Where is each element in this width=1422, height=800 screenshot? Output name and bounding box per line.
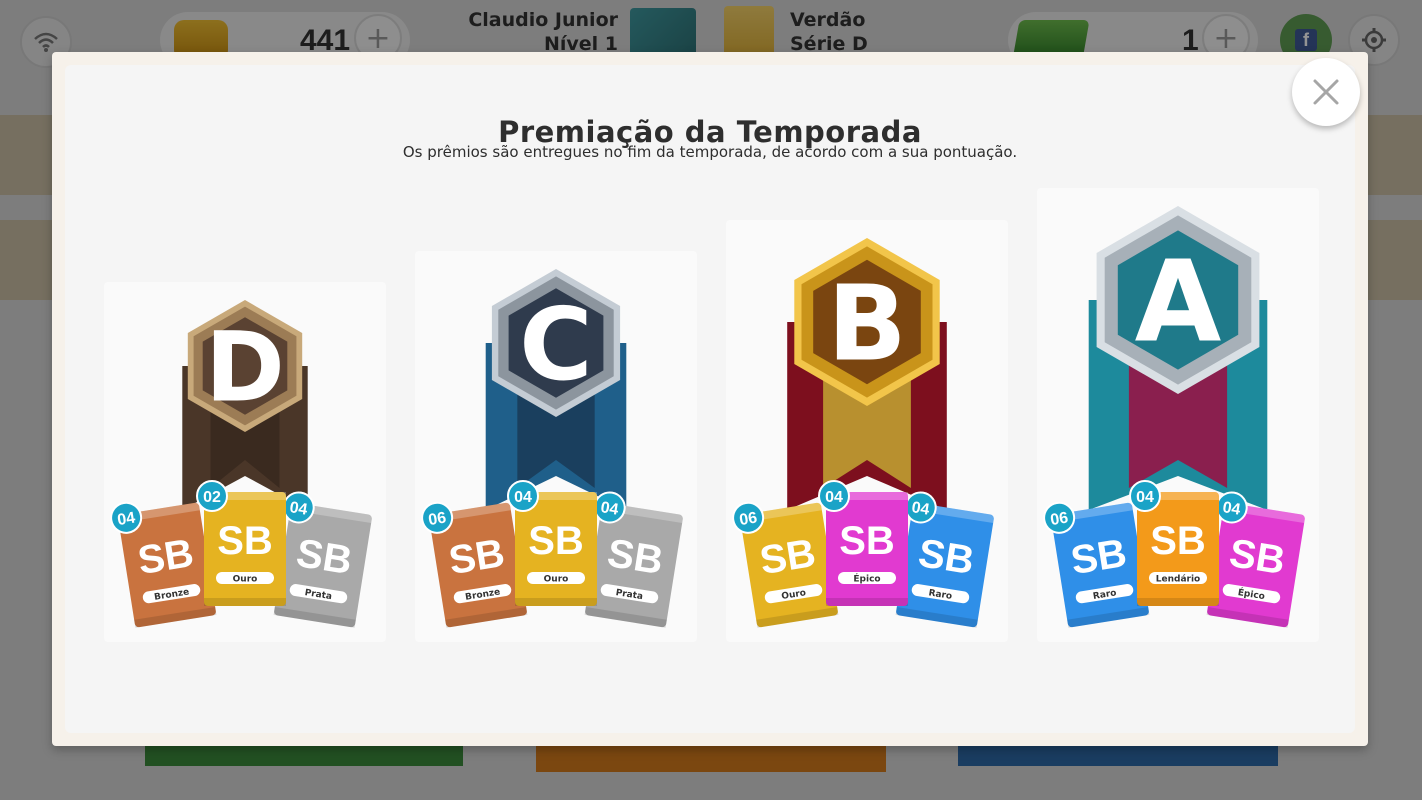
reward-pack: SBBronze04 xyxy=(110,501,217,628)
tier-art: CSBBronze06SBPrata04SBOuro04 xyxy=(421,269,684,628)
tier-letter: D xyxy=(205,312,285,424)
tier-art: BSBOuro06SBRaro04SBÉpico04 xyxy=(732,238,995,628)
tier-letter: C xyxy=(519,286,592,403)
pack-count: 02 xyxy=(203,489,221,506)
pack-logo: SB xyxy=(135,531,197,583)
reward-pack: SB Ouro 04 xyxy=(507,480,597,606)
pack-logo: SB xyxy=(604,531,666,583)
pack-count: 06 xyxy=(427,509,447,529)
pack-logo: SB xyxy=(528,519,584,563)
close-icon xyxy=(1313,79,1339,105)
close-button[interactable] xyxy=(1292,58,1360,126)
tier-card-c: C SB Bronze 06 SB Prata 04 SB Ouro 04 xyxy=(415,251,697,642)
tier-art: DSBBronze04SBPrata04SBOuro02 xyxy=(110,300,373,628)
pack-count: 04 xyxy=(514,489,532,506)
tier-letter: A xyxy=(1135,237,1222,367)
pack-label: Ouro xyxy=(233,575,258,585)
pack-logo: SB xyxy=(293,531,355,583)
pack-count: 04 xyxy=(288,499,308,519)
tier-card-d: D SB Bronze 04 SB Prata 04 SB Ouro 02 xyxy=(104,282,386,642)
pack-logo: SB xyxy=(1150,519,1206,563)
pack-logo: SB xyxy=(915,531,977,583)
pack-logo: SB xyxy=(1226,531,1288,583)
reward-pack: SBOuro06 xyxy=(732,501,839,628)
reward-pack: SBBronze06 xyxy=(421,501,528,628)
pack-logo: SB xyxy=(1068,531,1130,583)
pack-label: Lendário xyxy=(1156,575,1200,585)
tier-card-a: A SB Raro 06 SB Épico 04 SB Lendário 04 xyxy=(1037,188,1319,642)
pack-count: 06 xyxy=(738,509,758,529)
pack-count: 04 xyxy=(910,499,930,519)
reward-pack: SB Ouro 02 xyxy=(196,480,286,606)
pack-logo: SB xyxy=(757,531,819,583)
pack-logo: SB xyxy=(446,531,508,583)
pack-logo: SB xyxy=(839,519,895,563)
pack-count: 04 xyxy=(825,489,843,506)
reward-pack: SBRaro06 xyxy=(1043,501,1150,628)
pack-count: 04 xyxy=(116,509,136,529)
tier-art: ASBRaro06SBÉpico04SBLendário04 xyxy=(1043,206,1306,628)
pack-count: 04 xyxy=(1221,499,1241,519)
tier-letter: B xyxy=(827,262,906,384)
pack-logo: SB xyxy=(217,519,273,563)
tier-card-b: B SB Ouro 06 SB Raro 04 SB Épico 04 xyxy=(726,220,1008,642)
pack-label: Ouro xyxy=(544,575,569,585)
pack-label: Épico xyxy=(853,573,880,585)
reward-pack: SB Épico 04 xyxy=(818,480,908,606)
pack-count: 04 xyxy=(1136,489,1154,506)
pack-count: 06 xyxy=(1049,509,1069,529)
pack-count: 04 xyxy=(599,499,619,519)
reward-pack: SB Lendário 04 xyxy=(1129,480,1219,606)
modal-subtitle: Os prêmios são entregues no fim da tempo… xyxy=(402,143,1018,161)
